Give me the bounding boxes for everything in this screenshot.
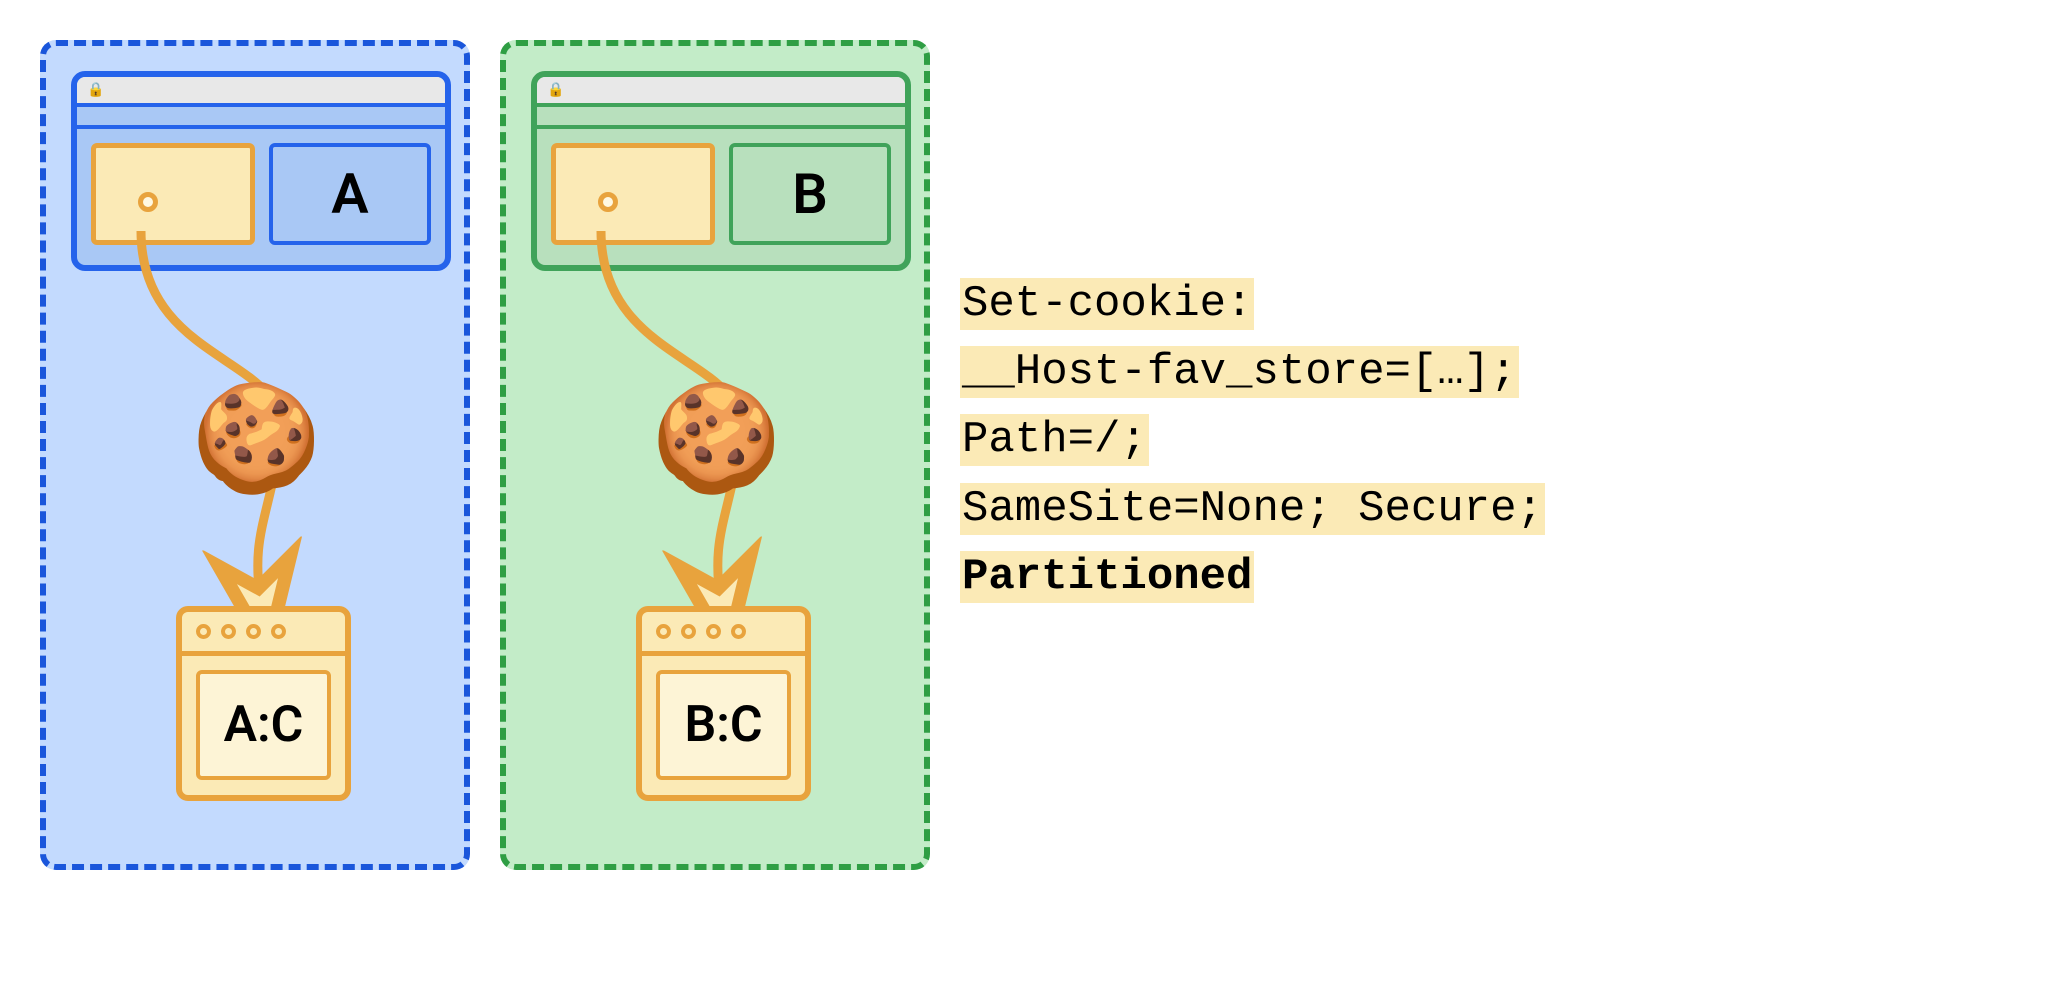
lock-icon: 🔒	[87, 82, 104, 98]
jar-dot-icon	[271, 624, 286, 639]
code-line: Path=/;	[960, 414, 1149, 466]
jar-dot-icon	[246, 624, 261, 639]
cookie-jar-label: A:C	[196, 670, 331, 780]
cookie-origin-dot-icon	[138, 192, 158, 212]
browser-window-a: 🔒 A	[71, 71, 451, 271]
browser-toolbar	[537, 107, 905, 129]
cookie-icon: 🍪	[191, 386, 322, 491]
cookie-jar-label: B:C	[656, 670, 791, 780]
code-line: Set-cookie:	[960, 278, 1254, 330]
jar-dot-icon	[731, 624, 746, 639]
jar-dot-icon	[706, 624, 721, 639]
address-bar: 🔒	[77, 77, 445, 107]
browser-window-b: 🔒 B	[531, 71, 911, 271]
cookie-jar-header	[182, 612, 345, 656]
set-cookie-header-code: Set-cookie: __Host-fav_store=[…]; Path=/…	[960, 270, 1545, 611]
partitioned-cookies-diagram: 🔒 A 🍪	[40, 40, 2008, 870]
jar-dot-icon	[221, 624, 236, 639]
jar-dot-icon	[656, 624, 671, 639]
browser-content: B	[537, 129, 905, 259]
address-bar: 🔒	[537, 77, 905, 107]
cookie-jar-header	[642, 612, 805, 656]
cookie-icon: 🍪	[651, 386, 782, 491]
jar-dot-icon	[681, 624, 696, 639]
code-line: __Host-fav_store=[…];	[960, 346, 1519, 398]
code-line-partitioned: Partitioned	[960, 551, 1254, 603]
cookie-jar-b: B:C	[636, 606, 811, 801]
partition-b: 🔒 B 🍪	[500, 40, 930, 870]
top-level-site-label: A	[269, 143, 431, 245]
partition-a: 🔒 A 🍪	[40, 40, 470, 870]
lock-icon: 🔒	[547, 82, 564, 98]
embedded-iframe	[551, 143, 715, 245]
embedded-iframe	[91, 143, 255, 245]
top-level-site-label: B	[729, 143, 891, 245]
cookie-origin-dot-icon	[598, 192, 618, 212]
browser-toolbar	[77, 107, 445, 129]
code-line: SameSite=None; Secure;	[960, 483, 1545, 535]
browser-content: A	[77, 129, 445, 259]
jar-dot-icon	[196, 624, 211, 639]
cookie-jar-a: A:C	[176, 606, 351, 801]
